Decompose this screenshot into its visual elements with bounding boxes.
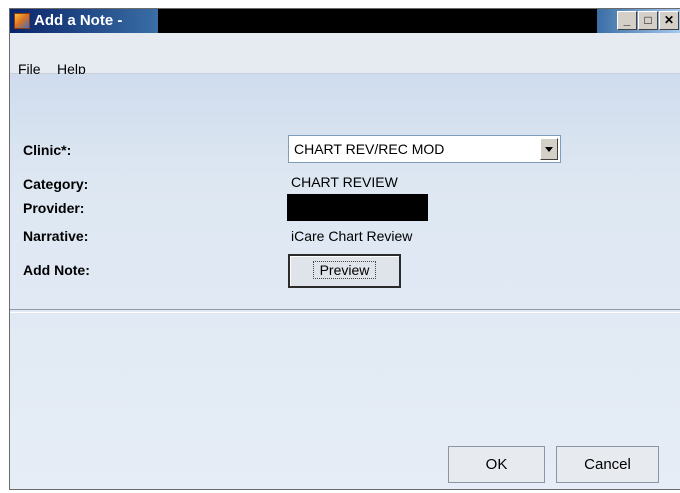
close-button[interactable]: ✕ — [659, 11, 679, 30]
narrative-label: Narrative: — [23, 228, 89, 244]
add-note-window: Add a Note - _ □ ✕ File Help Clinic*: CH… — [9, 8, 680, 490]
clinic-dropdown-button[interactable] — [540, 138, 558, 160]
title-bar-caption: Add a Note - — [10, 9, 158, 33]
app-icon[interactable] — [14, 13, 30, 29]
close-icon: ✕ — [663, 13, 675, 27]
window-controls: _ □ ✕ — [597, 9, 680, 33]
title-bar[interactable]: Add a Note - _ □ ✕ — [10, 9, 680, 33]
clinic-select[interactable]: CHART REV/REC MOD — [288, 135, 561, 163]
maximize-button[interactable]: □ — [638, 11, 658, 30]
preview-button-label: Preview — [312, 261, 377, 279]
minimize-icon: _ — [623, 13, 631, 27]
separator — [10, 309, 680, 313]
category-label: Category: — [23, 176, 89, 192]
provider-value-redacted — [287, 194, 428, 221]
chevron-down-icon — [545, 147, 553, 152]
minimize-button[interactable]: _ — [617, 11, 637, 30]
category-value: CHART REVIEW — [291, 174, 398, 190]
preview-button[interactable]: Preview — [288, 254, 401, 288]
ok-button[interactable]: OK — [448, 446, 545, 483]
cancel-button[interactable]: Cancel — [556, 446, 659, 483]
provider-label: Provider: — [23, 200, 85, 216]
clinic-select-value: CHART REV/REC MOD — [294, 141, 445, 157]
window-title: Add a Note - — [34, 12, 123, 29]
clinic-label: Clinic*: — [23, 142, 72, 158]
maximize-icon: □ — [644, 13, 652, 27]
narrative-value: iCare Chart Review — [291, 228, 413, 244]
menu-bar: File Help — [10, 33, 680, 77]
add-note-label: Add Note: — [23, 262, 90, 278]
